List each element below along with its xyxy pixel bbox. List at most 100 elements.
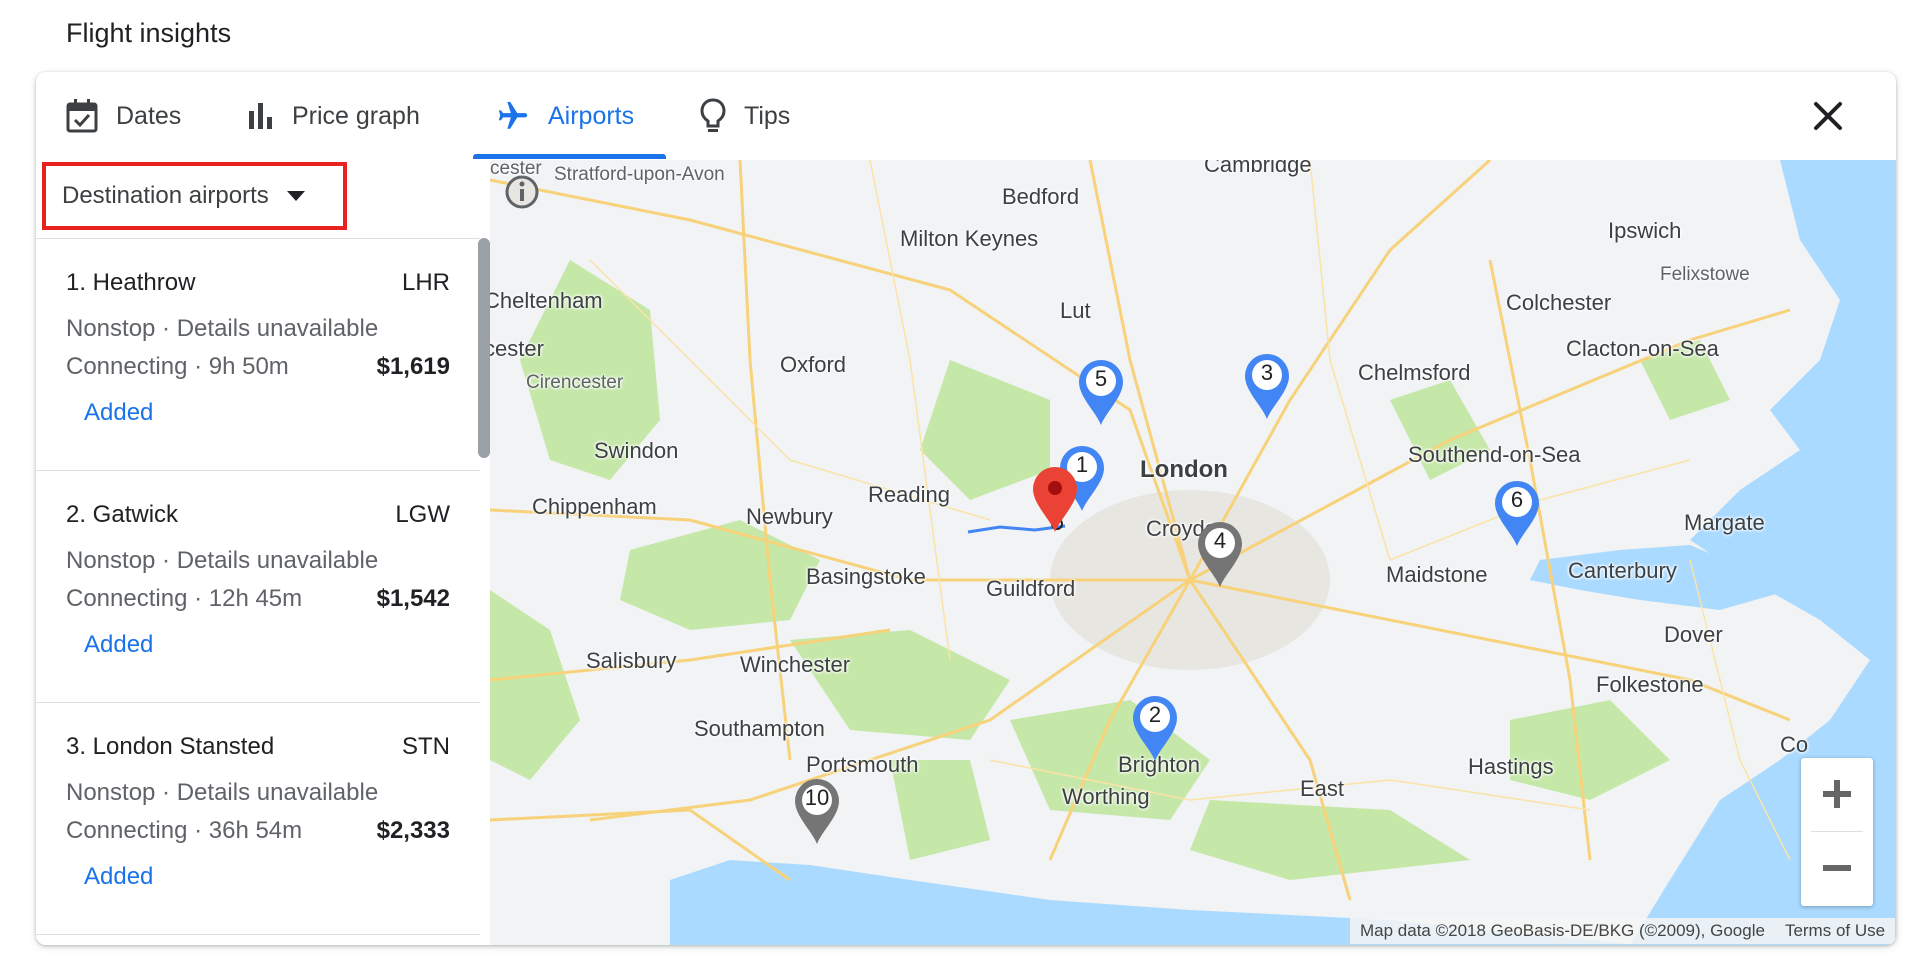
city-label: Guildford (986, 576, 1076, 601)
nonstop-info: Nonstop · Details unavailable (66, 547, 379, 574)
caret-down-icon (286, 191, 305, 201)
pin-label: 4 (1213, 528, 1227, 553)
tab-bar: Dates Price graph Airports Tips (36, 72, 1896, 160)
city-label: Dover (1664, 622, 1723, 647)
nonstop-info: Nonstop · Details unavailable (66, 315, 379, 342)
city-label: Cambridge (1204, 160, 1312, 177)
list-scrollbar[interactable] (478, 238, 490, 458)
tab-airports[interactable]: Airports (496, 72, 634, 160)
city-label: Reading (868, 482, 950, 507)
airplane-icon (496, 99, 530, 133)
price: $1,542 (376, 585, 450, 612)
city-label: Felixstowe (1660, 264, 1750, 285)
city-label: Clacton-on-Sea (1566, 336, 1719, 361)
tab-dates[interactable]: Dates (66, 72, 181, 160)
tab-price-graph[interactable]: Price graph (248, 72, 420, 160)
city-label: Southampton (694, 716, 825, 741)
city-label: Southend-on-Sea (1408, 442, 1581, 467)
airport-list: 1. Heathrow LHR Nonstop · Details unavai… (36, 238, 480, 945)
city-label: Chelmsford (1358, 360, 1471, 385)
airport-pin-4[interactable]: 4 (1195, 519, 1245, 589)
close-button[interactable] (1810, 98, 1846, 134)
tab-price-graph-label: Price graph (292, 101, 420, 130)
city-label: Cheltenham (490, 288, 603, 313)
airport-map[interactable]: Cambridge cester Stratford-upon-Avon Bed… (490, 160, 1896, 945)
bar-chart-icon (248, 103, 274, 129)
airport-item[interactable]: 1. Heathrow LHR Nonstop · Details unavai… (36, 239, 480, 471)
pin-label: 3 (1260, 360, 1274, 385)
airport-pin-2[interactable]: 2 (1130, 693, 1180, 763)
city-label: cester (490, 160, 542, 179)
city-label: Maidstone (1386, 562, 1488, 587)
pin-label: 2 (1148, 702, 1162, 727)
terms-of-use-link[interactable]: Terms of Use (1785, 921, 1885, 941)
city-label: Worthing (1062, 784, 1150, 809)
city-label: Basingstoke (806, 564, 926, 589)
airport-pin-6[interactable]: 6 (1492, 478, 1542, 548)
airport-code: LGW (395, 501, 450, 528)
city-label: Colchester (1506, 290, 1612, 315)
active-tab-indicator (473, 154, 666, 159)
close-icon (1814, 102, 1842, 130)
price: $1,619 (376, 353, 450, 380)
city-label: Folkestone (1596, 672, 1704, 697)
airport-code: STN (402, 733, 450, 760)
pin-label: 10 (804, 785, 830, 810)
tab-dates-label: Dates (116, 101, 182, 130)
airport-sidebar: Destination airports 1. Heathrow LHR Non… (36, 160, 490, 945)
city-label: London (1140, 456, 1228, 483)
connecting-info: Connecting · 12h 45m (66, 585, 303, 612)
city-label: Oxford (780, 352, 847, 377)
map-attribution: Map data ©2018 GeoBasis-DE/BKG (©2009), … (1350, 918, 1896, 944)
tab-tips-label: Tips (744, 101, 791, 130)
plus-icon (1823, 780, 1851, 808)
airport-item[interactable]: 2. Gatwick LGW Nonstop · Details unavail… (36, 471, 480, 703)
dropdown-label: Destination airports (62, 182, 269, 209)
added-link[interactable]: Added (84, 631, 153, 659)
airport-name: 2. Gatwick (66, 501, 179, 528)
price: $2,333 (376, 817, 450, 844)
city-label: Swindon (594, 438, 679, 463)
pin-label: 6 (1510, 487, 1524, 512)
city-label: Portsmouth (806, 752, 919, 777)
airport-pin-3[interactable]: 3 (1242, 351, 1292, 421)
city-label: cester (490, 336, 544, 361)
city-label: Winchester (740, 652, 851, 677)
zoom-in-button[interactable] (1801, 758, 1873, 830)
connecting-info: Connecting · 9h 50m (66, 353, 289, 380)
airport-pin-5[interactable]: 5 (1076, 357, 1126, 427)
tab-airports-label: Airports (548, 101, 635, 130)
city-label: Milton Keynes (900, 226, 1039, 251)
connecting-info: Connecting · 36h 54m (66, 817, 303, 844)
zoom-out-button[interactable] (1801, 832, 1873, 904)
attribution-text: Map data ©2018 GeoBasis-DE/BKG (©2009), … (1360, 921, 1765, 940)
airport-name: 3. London Stansted (66, 733, 275, 760)
airport-name: 1. Heathrow (66, 269, 196, 296)
destination-pin-icon[interactable] (1030, 464, 1080, 534)
city-label: Hastings (1468, 754, 1554, 779)
airport-pin-10[interactable]: 10 (792, 776, 842, 846)
zoom-controls (1801, 758, 1873, 906)
section-title: Flight insights (66, 18, 232, 48)
minus-icon (1823, 865, 1851, 871)
city-label: Co (1780, 732, 1809, 757)
airport-item[interactable]: 3. London Stansted STN Nonstop · Details… (36, 703, 480, 935)
flight-insights-card: Dates Price graph Airports Tips Destinat… (36, 72, 1896, 945)
tab-tips[interactable]: Tips (700, 72, 790, 160)
city-label: Cirencester (526, 372, 624, 393)
lightbulb-icon (700, 98, 726, 134)
city-label: Bedford (1002, 184, 1080, 209)
city-label: Stratford-upon-Avon (554, 164, 725, 185)
city-label: Chippenham (532, 494, 657, 519)
airport-code: LHR (401, 269, 450, 296)
city-label: Lut (1060, 298, 1091, 323)
added-link[interactable]: Added (84, 863, 153, 891)
added-link[interactable]: Added (84, 399, 153, 427)
pin-label: 5 (1094, 366, 1108, 391)
city-label: Newbury (746, 504, 833, 529)
city-label: Canterbury (1568, 558, 1677, 583)
city-label: Salisbury (586, 648, 677, 673)
city-label: Margate (1684, 510, 1765, 535)
city-label: East (1300, 776, 1345, 801)
destination-airports-dropdown[interactable]: Destination airports (42, 162, 347, 230)
